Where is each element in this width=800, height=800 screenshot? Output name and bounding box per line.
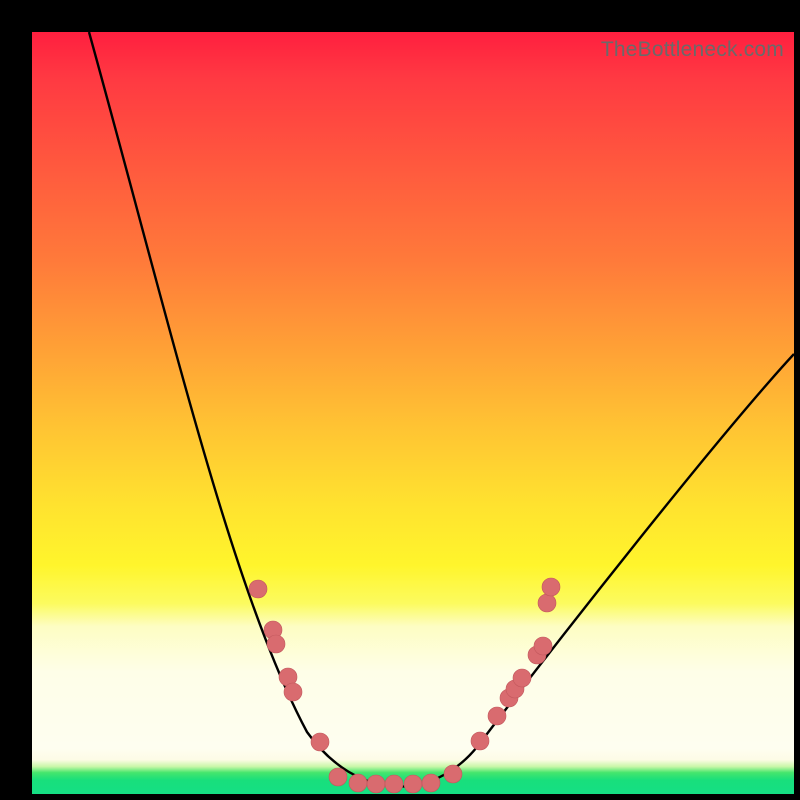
sample-dot (367, 775, 385, 793)
outer-frame: TheBottleneck.com (0, 0, 800, 800)
plot-area: TheBottleneck.com (32, 32, 794, 794)
bottleneck-curve (89, 32, 794, 787)
sample-dot (422, 774, 440, 792)
sample-dot (404, 775, 422, 793)
sample-dot (349, 774, 367, 792)
sample-dot (311, 733, 329, 751)
sample-dot (538, 594, 556, 612)
sample-dot (267, 635, 285, 653)
sample-dots-group (249, 578, 560, 793)
sample-dot (471, 732, 489, 750)
sample-dot (513, 669, 531, 687)
sample-dot (488, 707, 506, 725)
sample-dot (284, 683, 302, 701)
sample-dot (329, 768, 347, 786)
sample-dot (249, 580, 267, 598)
chart-svg (32, 32, 794, 794)
sample-dot (534, 637, 552, 655)
sample-dot (444, 765, 462, 783)
sample-dot (542, 578, 560, 596)
sample-dot (385, 775, 403, 793)
